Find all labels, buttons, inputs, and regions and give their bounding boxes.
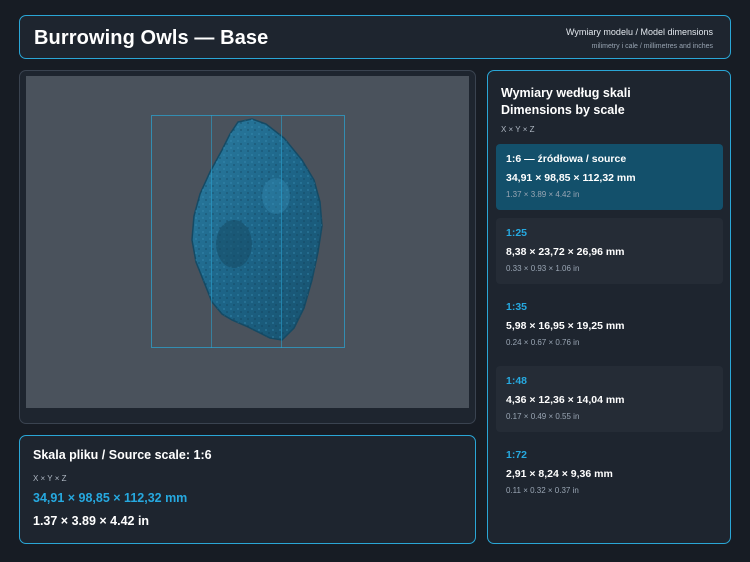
scale-label: 1:48 bbox=[506, 375, 528, 387]
scale-dimensions-in: 0.33 × 0.93 × 1.06 in bbox=[506, 264, 580, 273]
scale-dimensions-in: 1.37 × 3.89 × 4.42 in bbox=[506, 190, 580, 199]
model-viewer-panel bbox=[19, 70, 476, 424]
source-dimensions-in: 1.37 × 3.89 × 4.42 in bbox=[33, 514, 150, 528]
model-viewport[interactable] bbox=[26, 76, 469, 408]
source-axes-label: X × Y × Z bbox=[33, 474, 67, 483]
scale-dimensions-mm: 2,91 × 8,24 × 9,36 mm bbox=[506, 468, 613, 480]
page: Burrowing Owls — Base Wymiary modelu / M… bbox=[0, 0, 750, 562]
scales-panel-title: Wymiary według skali Dimensions by scale bbox=[501, 85, 631, 119]
source-dimensions-mm: 34,91 × 98,85 × 112,32 mm bbox=[33, 491, 188, 505]
scale-label: 1:6 — źródłowa / source bbox=[506, 153, 627, 165]
source-scale-panel: Skala pliku / Source scale: 1:6 X × Y × … bbox=[19, 435, 476, 544]
scale-dimensions-mm: 8,38 × 23,72 × 26,96 mm bbox=[506, 246, 625, 258]
header-units-note: milimetry i cale / millimetres and inche… bbox=[591, 43, 713, 50]
scale-label: 1:35 bbox=[506, 301, 528, 313]
scale-label: 1:72 bbox=[506, 449, 528, 461]
scale-dimensions-in: 0.24 × 0.67 × 0.76 in bbox=[506, 338, 580, 347]
scale-card-1-72[interactable]: 1:72 2,91 × 8,24 × 9,36 mm 0.11 × 0.32 ×… bbox=[496, 440, 723, 506]
guide-line-right bbox=[281, 115, 282, 348]
page-title: Burrowing Owls — Base bbox=[34, 27, 269, 49]
scale-label: 1:25 bbox=[506, 227, 528, 239]
scales-title-en: Dimensions by scale bbox=[501, 103, 625, 117]
scale-card-1-35[interactable]: 1:35 5,98 × 16,95 × 19,25 mm 0.24 × 0.67… bbox=[496, 292, 723, 358]
header-subtitle: Wymiary modelu / Model dimensions bbox=[566, 27, 713, 37]
bounding-box bbox=[151, 115, 345, 348]
scale-card-1-6[interactable]: 1:6 — źródłowa / source 34,91 × 98,85 × … bbox=[496, 144, 723, 210]
guide-line-left bbox=[211, 115, 212, 348]
scale-dimensions-in: 0.17 × 0.49 × 0.55 in bbox=[506, 412, 580, 421]
scale-dimensions-mm: 5,98 × 16,95 × 19,25 mm bbox=[506, 320, 625, 332]
scale-dimensions-mm: 34,91 × 98,85 × 112,32 mm bbox=[506, 172, 636, 184]
header-bar: Burrowing Owls — Base Wymiary modelu / M… bbox=[19, 15, 731, 59]
scale-dimensions-in: 0.11 × 0.32 × 0.37 in bbox=[506, 486, 579, 495]
scale-card-1-25[interactable]: 1:25 8,38 × 23,72 × 26,96 mm 0.33 × 0.93… bbox=[496, 218, 723, 284]
scale-dimensions-mm: 4,36 × 12,36 × 14,04 mm bbox=[506, 394, 625, 406]
scale-card-1-48[interactable]: 1:48 4,36 × 12,36 × 14,04 mm 0.17 × 0.49… bbox=[496, 366, 723, 432]
scales-panel: Wymiary według skali Dimensions by scale… bbox=[487, 70, 731, 544]
source-scale-title: Skala pliku / Source scale: 1:6 bbox=[33, 448, 212, 462]
scales-axes-label: X × Y × Z bbox=[501, 125, 535, 134]
scales-title-pl: Wymiary według skali bbox=[501, 86, 631, 100]
